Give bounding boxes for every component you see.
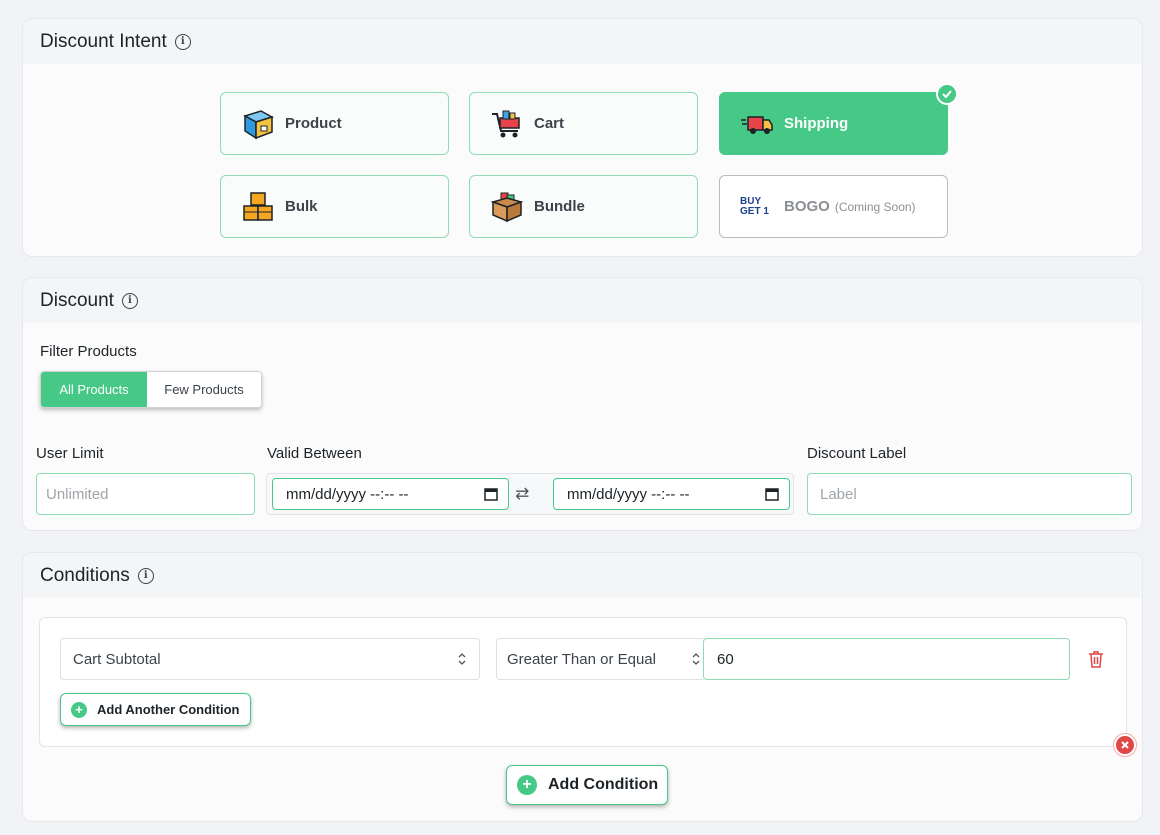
stacked-boxes-icon bbox=[241, 190, 275, 224]
add-another-condition-label: Add Another Condition bbox=[97, 702, 240, 717]
condition-operator-select[interactable]: Greater Than or Equal bbox=[496, 638, 706, 680]
info-icon[interactable]: i bbox=[137, 567, 154, 584]
add-condition-label: Add Condition bbox=[548, 776, 659, 793]
user-limit-label: User Limit bbox=[36, 445, 104, 462]
discount-intent-card: Discount Intent i Product Cart Shipping … bbox=[22, 18, 1143, 257]
plus-circle-icon: + bbox=[71, 701, 87, 718]
plus-circle-icon: + bbox=[517, 775, 537, 795]
filter-products-label: Filter Products bbox=[40, 343, 137, 360]
valid-between-range: mm/dd/yyyy --:-- -- ⇄ mm/dd/yyyy --:-- -… bbox=[266, 473, 794, 515]
discount-intent-header: Discount Intent i bbox=[23, 19, 1142, 64]
intent-option-bogo[interactable]: BUY GET 1 BOGO (Coming Soon) bbox=[719, 175, 948, 238]
shopping-cart-icon bbox=[490, 107, 524, 141]
discount-label-input[interactable]: Label bbox=[807, 473, 1132, 515]
condition-group: Cart Subtotal Greater Than or Equal 60 +… bbox=[39, 617, 1127, 747]
conditions-card: Conditions i Cart Subtotal Greater Than … bbox=[22, 552, 1143, 822]
condition-type-value: Cart Subtotal bbox=[73, 650, 161, 668]
filter-few-products-button[interactable]: Few Products bbox=[147, 372, 261, 407]
add-another-condition-button[interactable]: + Add Another Condition bbox=[60, 693, 251, 726]
condition-amount-value: 60 bbox=[717, 650, 734, 668]
selected-check-icon bbox=[936, 83, 958, 105]
condition-type-select[interactable]: Cart Subtotal bbox=[60, 638, 480, 680]
start-date-value: mm/dd/yyyy --:-- -- bbox=[286, 485, 409, 503]
intent-option-label: Bulk bbox=[285, 198, 318, 215]
condition-operator-value: Greater Than or Equal bbox=[507, 650, 656, 668]
intent-option-bulk[interactable]: Bulk bbox=[220, 175, 449, 238]
product-box-icon bbox=[241, 107, 275, 141]
intent-option-cart[interactable]: Cart bbox=[469, 92, 698, 155]
remove-group-icon[interactable] bbox=[1114, 734, 1136, 756]
intent-option-label: Cart bbox=[534, 115, 565, 132]
intent-option-label: Bundle bbox=[534, 198, 585, 215]
intent-option-shipping[interactable]: Shipping bbox=[719, 83, 958, 155]
open-box-icon bbox=[490, 190, 524, 224]
intent-option-product[interactable]: Product bbox=[220, 92, 449, 155]
intent-option-label: Shipping bbox=[784, 115, 849, 132]
intent-option-label: BOGO bbox=[784, 198, 830, 215]
calendar-icon[interactable] bbox=[765, 487, 779, 505]
info-icon[interactable]: i bbox=[174, 33, 191, 50]
buy-get-icon: BUY GET 1 bbox=[740, 190, 774, 224]
coming-soon-note: (Coming Soon) bbox=[834, 199, 916, 214]
intent-option-label: Product bbox=[285, 115, 342, 132]
discount-card: Discount i Filter Products All Products … bbox=[22, 277, 1143, 531]
filter-all-products-button[interactable]: All Products bbox=[41, 372, 147, 407]
conditions-header: Conditions i bbox=[23, 553, 1142, 598]
discount-title: Discount bbox=[40, 289, 114, 311]
info-icon[interactable]: i bbox=[121, 292, 138, 309]
end-date-value: mm/dd/yyyy --:-- -- bbox=[567, 485, 690, 503]
condition-amount-input[interactable]: 60 bbox=[703, 638, 1070, 680]
swap-arrows-icon: ⇄ bbox=[515, 484, 530, 503]
add-condition-button[interactable]: + Add Condition bbox=[506, 765, 669, 805]
user-limit-input[interactable]: Unlimited bbox=[36, 473, 255, 515]
delivery-truck-icon bbox=[740, 107, 774, 141]
chevron-updown-icon bbox=[691, 651, 701, 671]
start-date-input[interactable]: mm/dd/yyyy --:-- -- bbox=[272, 478, 509, 510]
discount-label-label: Discount Label bbox=[807, 445, 907, 462]
bogo-icon-text: BUY GET 1 bbox=[740, 195, 769, 217]
discount-intent-title: Discount Intent bbox=[40, 30, 167, 52]
conditions-title: Conditions bbox=[40, 564, 130, 586]
intent-option-bundle[interactable]: Bundle bbox=[469, 175, 698, 238]
calendar-icon[interactable] bbox=[484, 487, 498, 505]
trash-icon[interactable] bbox=[1088, 650, 1104, 673]
filter-products-toggle: All Products Few Products bbox=[40, 371, 262, 408]
valid-between-label: Valid Between bbox=[267, 445, 362, 462]
discount-header: Discount i bbox=[23, 278, 1142, 323]
end-date-input[interactable]: mm/dd/yyyy --:-- -- bbox=[553, 478, 790, 510]
chevron-updown-icon bbox=[457, 651, 467, 671]
